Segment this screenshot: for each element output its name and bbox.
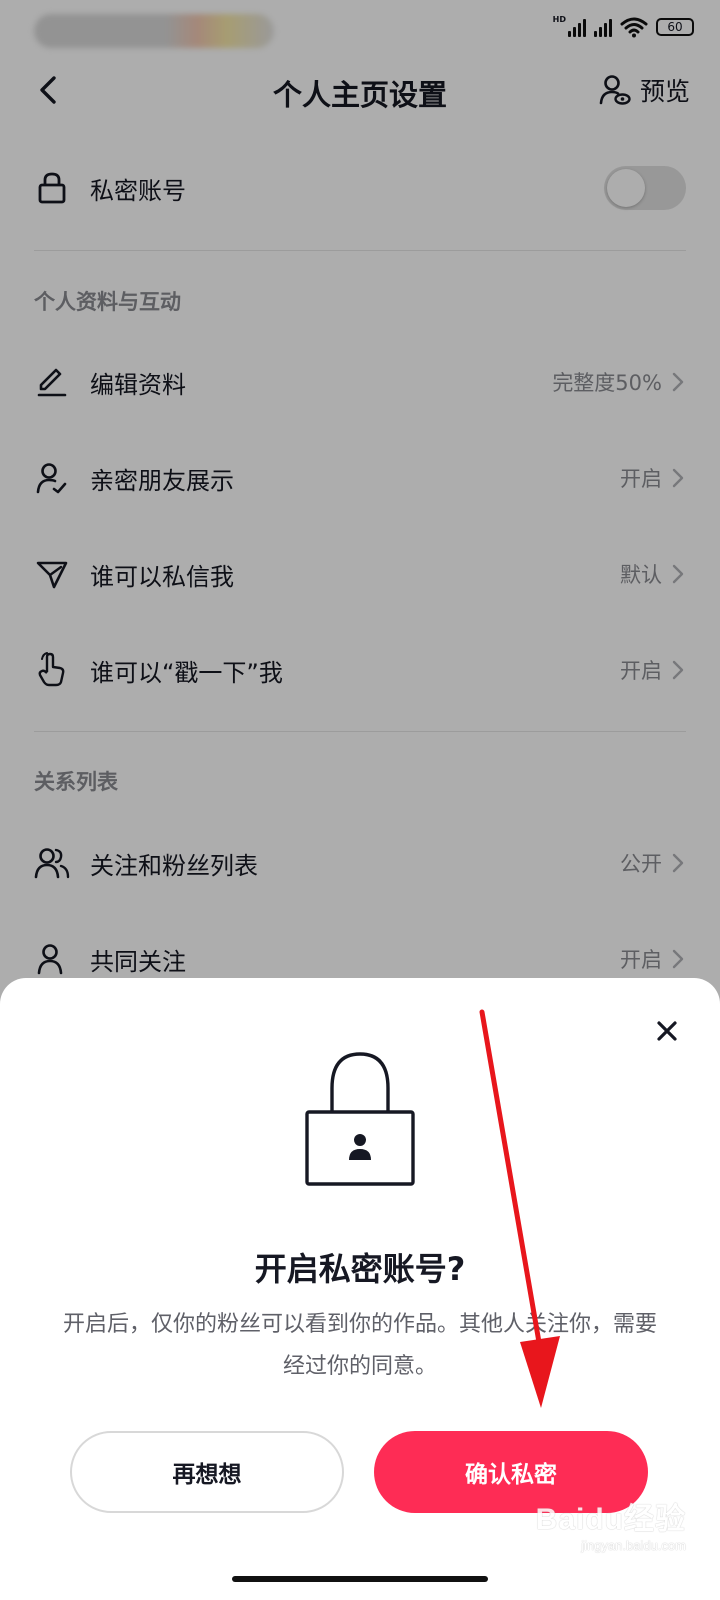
watermark-brand: Baidu经验: [535, 1503, 686, 1536]
home-indicator[interactable]: [232, 1576, 488, 1582]
watermark-url: jingyan.baidu.com: [581, 1538, 686, 1553]
close-icon[interactable]: [654, 1018, 680, 1044]
dialog-description: 开启后，仅你的粉丝可以看到你的作品。其他人关注你，需要经过你的同意。: [62, 1312, 657, 1379]
dialog-title: 开启私密账号?: [254, 1250, 466, 1288]
cancel-button[interactable]: 再想想: [70, 1431, 344, 1513]
lock-icon: [305, 1052, 415, 1186]
watermark: Baidu经验 jingyan.baidu.com: [536, 1494, 686, 1553]
